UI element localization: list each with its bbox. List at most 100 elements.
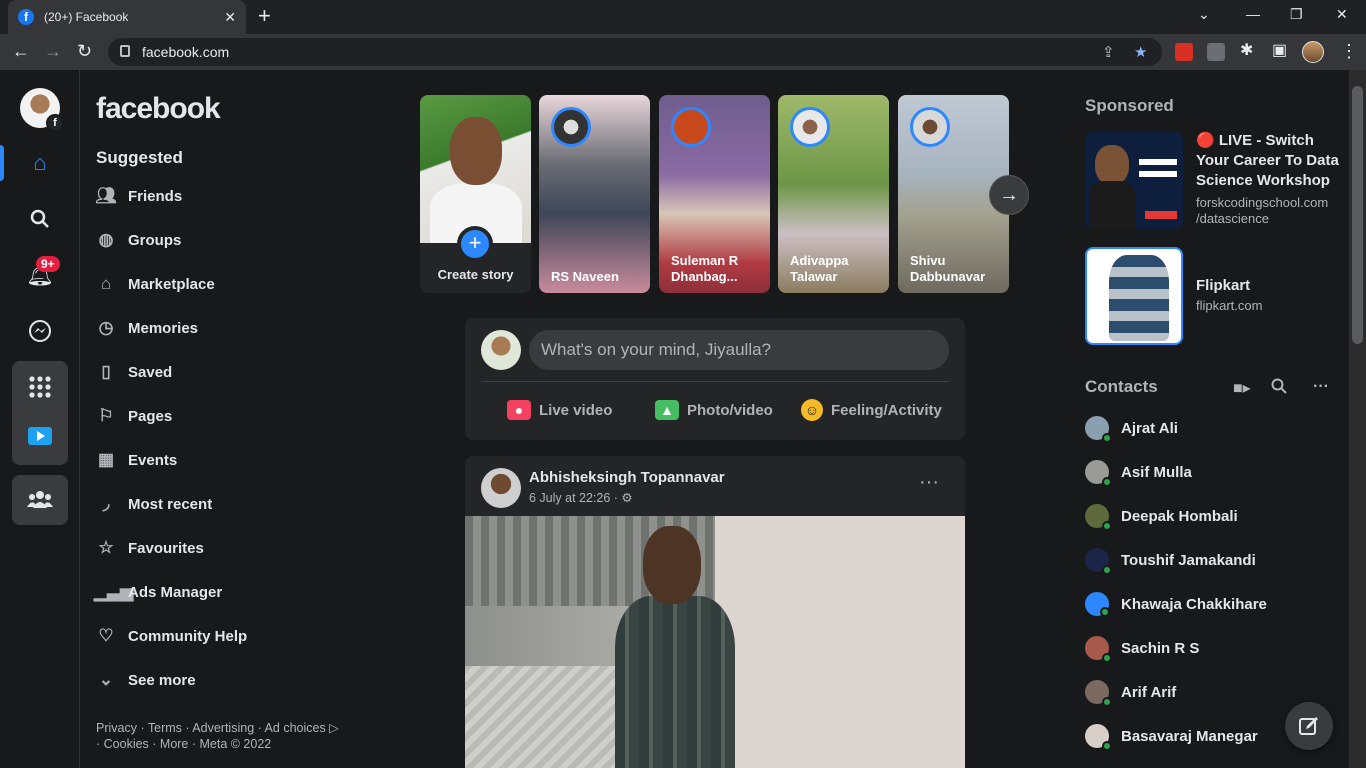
contact-item[interactable]: Khawaja Chakkihare [1085,586,1267,622]
active-indicator [0,145,4,181]
home-icon[interactable]: ⌂ [20,143,60,183]
page-scrollbar[interactable] [1349,70,1366,768]
search-icon[interactable] [20,199,60,239]
new-message-button[interactable] [1285,702,1333,750]
menu-item-marketplace[interactable]: ⌂ Marketplace [94,262,247,306]
browser-tab[interactable]: f (20+) Facebook ✕ [8,0,246,34]
action-label: Feeling/Activity [831,401,942,419]
post-author-avatar[interactable] [481,468,521,508]
story-name: Suleman R Dhanbag... [671,253,739,284]
close-tab-icon[interactable]: ✕ [224,9,236,26]
menu-item-see-more[interactable]: ⌄ See more [94,658,247,702]
groups-icon[interactable] [20,480,60,520]
contact-name: Khawaja Chakkihare [1121,595,1267,613]
composer-avatar[interactable] [481,330,521,370]
menu-item-ads-manager[interactable]: ▁▃▅ Ads Manager [94,570,247,614]
ad-data-science[interactable]: 🔴 LIVE - Switch Your Career To Data Scie… [1085,131,1345,231]
messenger-icon[interactable] [20,311,60,351]
contact-name: Arif Arif [1121,683,1177,701]
restore-icon[interactable]: ❐ [1290,6,1303,23]
ad-register-bar [1145,211,1177,219]
story-card[interactable]: Adivappa Talawar [778,95,889,293]
watch-icon[interactable] [20,418,60,458]
right-sidebar: Sponsored 🔴 LIVE - Switch Your Career To… [1069,70,1349,768]
browser-tab-strip: f (20+) Facebook ✕ + ⌄ — ❐ ✕ [0,0,1366,34]
facebook-favicon-icon: f [18,9,34,25]
online-status-dot [1102,653,1112,663]
online-status-dot [1102,521,1112,531]
post-photo[interactable] [465,516,965,768]
forward-arrow-icon[interactable]: → [44,42,62,60]
scrollbar-thumb[interactable] [1352,86,1363,344]
menu-item-memories[interactable]: ◷ Memories [94,306,247,350]
menu-label: See more [128,671,196,689]
contact-avatar [1085,724,1112,751]
menu-label: Pages [128,407,173,425]
contact-item[interactable]: Arif Arif [1085,674,1176,710]
photo-video-button[interactable]: ▲ Photo/video [655,398,773,422]
menu-grid-icon[interactable] [20,367,60,407]
photo-video-icon: ▲ [655,400,679,420]
profile-avatar[interactable]: f [20,88,64,132]
contact-item[interactable]: Ajrat Ali [1085,410,1178,446]
star-icon[interactable]: ★ [1134,43,1147,61]
contact-avatar [1085,592,1110,617]
community-help-icon: ♡ [98,626,114,645]
post-author-name[interactable]: Abhisheksingh Topannavar [529,469,725,486]
new-tab-button[interactable]: + [258,5,271,27]
live-video-icon: ● [507,400,531,420]
live-video-button[interactable]: ● Live video [507,398,612,422]
post-options-icon[interactable]: ··· [919,472,939,492]
menu-item-events[interactable]: ▦ Events [94,438,247,482]
address-bar[interactable]: facebook.com ⇪ ★ [108,38,1162,66]
divider [481,381,949,382]
contact-item[interactable]: Deepak Hombali [1085,498,1238,534]
close-window-icon[interactable]: ✕ [1336,6,1348,23]
pocket-extension-icon[interactable] [1175,43,1193,61]
extensions-icon[interactable]: ✱ [1240,42,1253,60]
post-timestamp[interactable]: 6 July at 22:26 · ⚙ [529,490,633,505]
menu-item-most-recent[interactable]: ◞ Most recent [94,482,247,526]
sidebar-icon[interactable]: ▣ [1272,42,1287,60]
ad-flipkart[interactable]: Flipkart flipkart.com [1085,247,1345,347]
search-contacts-icon[interactable] [1271,378,1287,399]
menu-item-saved[interactable]: ▯ Saved [94,350,247,394]
browser-profile-avatar[interactable] [1302,41,1324,63]
menu-item-groups[interactable]: ◍ Groups [94,218,247,262]
contacts-options-icon[interactable]: ··· [1313,378,1329,396]
ad-image [1085,131,1183,229]
online-status-dot [1100,607,1110,617]
feeling-activity-button[interactable]: ☺ Feeling/Activity [801,398,942,422]
facebook-logo[interactable]: facebook [96,92,221,126]
minimize-icon[interactable]: — [1246,6,1260,22]
menu-item-pages[interactable]: ⚐ Pages [94,394,247,438]
story-avatar [790,107,830,147]
status-input[interactable]: What's on your mind, Jiyaulla? [529,330,949,370]
menu-item-community-help[interactable]: ♡ Community Help [94,614,247,658]
grammar-extension-icon[interactable] [1207,43,1225,61]
menu-item-favourites[interactable]: ☆ Favourites [94,526,247,570]
ad-person-body [1089,181,1135,229]
new-room-video-icon[interactable]: ■▸ [1233,378,1251,398]
share-icon[interactable]: ⇪ [1102,43,1115,61]
menu-item-friends[interactable]: 👥︎ Friends [94,174,247,218]
plus-icon[interactable]: + [457,226,493,262]
back-arrow-icon[interactable]: ← [12,42,30,60]
contact-item[interactable]: Toushif Jamakandi [1085,542,1256,578]
create-story-card[interactable]: + Create story [420,95,531,293]
contact-item[interactable]: Asif Mulla [1085,454,1192,490]
events-icon: ▦ [97,450,115,469]
menu-icon[interactable]: ⋮ [1340,42,1358,60]
story-name: Adivappa Talawar [790,253,849,284]
stories-next-arrow-icon[interactable]: → [989,175,1029,215]
menu-label: Ads Manager [128,583,223,601]
contact-item[interactable]: Basavaraj Manegar [1085,718,1258,754]
footer-line[interactable]: Privacy · Terms · Advertising · Ad choic… [96,720,356,736]
reload-icon[interactable]: ↻ [77,42,92,60]
tab-search-icon[interactable]: ⌄ [1198,6,1210,23]
footer-line[interactable]: · Cookies · More · Meta © 2022 [96,736,356,752]
story-card[interactable]: RS Naveen [539,95,650,293]
contact-item[interactable]: Sachin R S [1085,630,1199,666]
story-card[interactable]: Suleman R Dhanbag... [659,95,770,293]
most-recent-icon: ◞ [102,494,110,513]
